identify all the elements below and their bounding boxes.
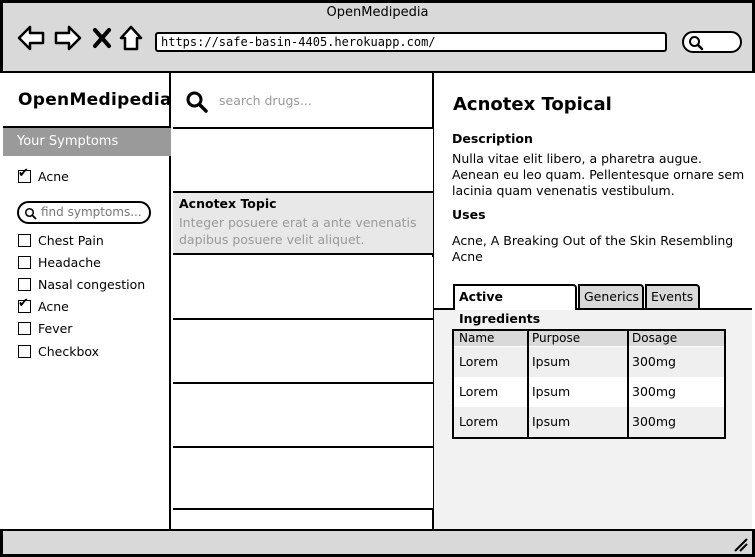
search-icon[interactable] [185,90,209,114]
window-title: OpenMedipedia [326,5,429,20]
table-header-name: Name [459,331,495,345]
symptom-label: Acne [38,169,69,184]
symptom-item-nasal-congestion[interactable]: Nasal congestion [18,277,145,295]
symptom-item-fever[interactable]: Fever [18,321,72,339]
symptom-item-headache[interactable]: Headache [18,255,101,273]
table-header-purpose: Purpose [532,331,581,345]
search-icon [24,207,37,220]
table-cell: 300mg [632,414,676,429]
drug-list-item[interactable] [173,384,433,448]
symptom-label: Chest Pain [38,233,104,248]
checkbox[interactable] [18,345,31,358]
drug-list-item[interactable] [173,257,433,320]
app-title: OpenMedipedia [18,90,172,110]
symptom-label: Checkbox [38,344,100,359]
resize-grip-icon[interactable] [732,536,748,552]
checkbox[interactable] [18,256,31,269]
description-text: Nulla vitae elit libero, a pharetra augu… [452,151,745,198]
address-bar[interactable]: https://safe-basin-4405.herokuapp.com/ [155,32,667,52]
tab-events[interactable]: Events [645,284,700,308]
symptom-item-checkbox[interactable]: Checkbox [18,344,99,362]
table-header-dosage: Dosage [632,331,678,345]
drug-list-item[interactable] [173,129,433,193]
checkbox[interactable] [18,278,31,291]
symptom-search-placeholder: find symptoms... [41,205,142,219]
selected-symptom-acne[interactable]: Acne [18,166,69,187]
column-divider [627,331,629,437]
uses-heading: Uses [452,207,486,222]
symptom-label: Fever [38,321,73,336]
tab-generics[interactable]: Generics [578,284,644,308]
drug-item-title: Acnotex Topic [179,196,277,211]
table-cell: Lorem [459,384,499,399]
status-bar [0,529,755,557]
drug-detail-title: Acnotex Topical [453,94,612,115]
checkbox-checked[interactable] [18,166,31,183]
checkbox[interactable] [18,234,31,247]
close-x-icon[interactable] [90,24,114,52]
symptom-label: Nasal congestion [38,277,146,292]
back-arrow-icon[interactable] [16,24,46,52]
column-divider [527,331,529,437]
drug-list-item[interactable] [173,448,433,510]
forward-arrow-icon[interactable] [53,24,83,52]
browser-search-field[interactable] [682,31,742,53]
table-cell: Lorem [459,354,499,369]
table-cell: 300mg [632,384,676,399]
table-cell: Ipsum [532,384,571,399]
table-cell: 300mg [632,354,676,369]
drug-search-input[interactable]: search drugs... [219,93,312,108]
symptoms-header: Your Symptoms [3,128,171,156]
drug-list-item[interactable] [173,320,433,384]
symptom-label: Headache [38,255,101,270]
symptom-item-chest-pain[interactable]: Chest Pain [18,233,104,251]
table-cell: Ipsum [532,414,571,429]
description-heading: Description [452,131,533,146]
symptom-label: Acne [38,299,69,314]
symptom-search-input[interactable]: find symptoms... [17,201,151,224]
checkbox-checked[interactable] [18,296,31,313]
tab-active-ingredients[interactable]: Active Ingredients [453,284,577,326]
table-cell: Lorem [459,414,499,429]
table-cell: Ipsum [532,354,571,369]
home-icon[interactable] [118,24,144,52]
search-icon [689,36,704,51]
checkbox[interactable] [18,322,31,335]
uses-text: Acne, A Breaking Out of the Skin Resembl… [452,233,734,264]
drug-item-description: Integer posuere erat a ante venenatis da… [179,215,417,247]
symptom-item-acne[interactable]: Acne [18,296,69,317]
